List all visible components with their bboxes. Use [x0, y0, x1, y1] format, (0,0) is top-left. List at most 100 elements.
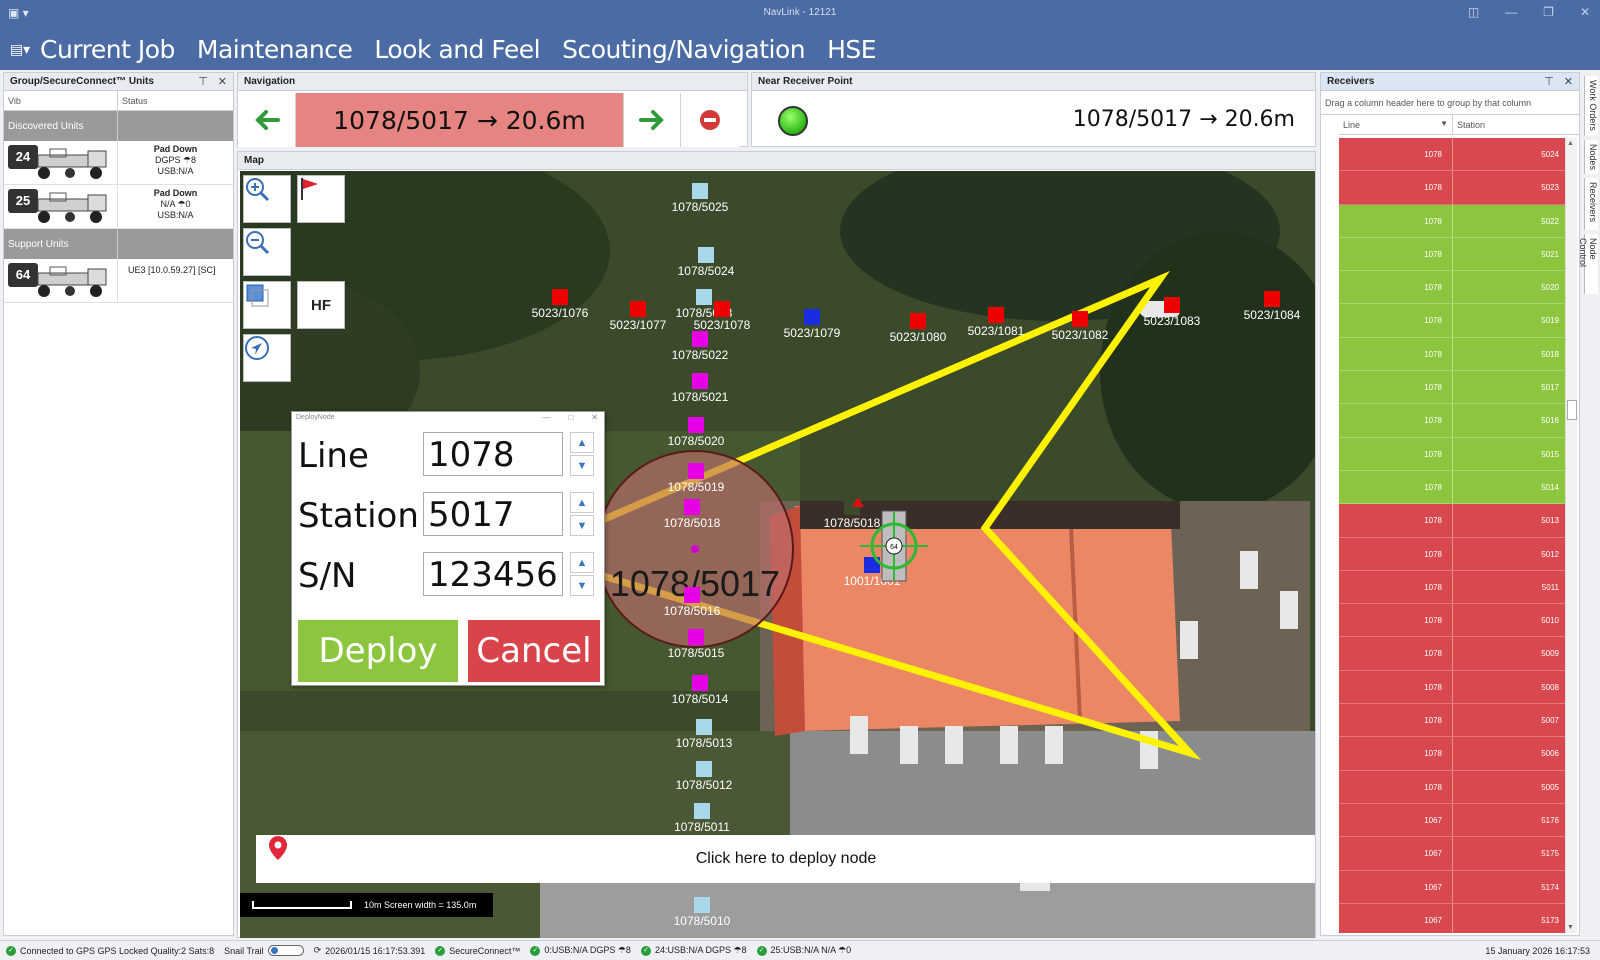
- table-row[interactable]: 1078 5005: [1339, 770, 1565, 804]
- table-row[interactable]: 1067 5174: [1339, 870, 1565, 904]
- receiver-marker[interactable]: [696, 719, 712, 735]
- receiver-marker[interactable]: [692, 373, 708, 389]
- tab-work-orders[interactable]: Work Orders: [1584, 76, 1598, 136]
- menu-current-job[interactable]: Current Job: [40, 35, 175, 64]
- zoom-in-button[interactable]: [243, 175, 291, 223]
- menu-maintenance[interactable]: Maintenance: [197, 35, 353, 64]
- group-by-hint[interactable]: Drag a column header here to group by th…: [1321, 91, 1579, 115]
- line-field[interactable]: 1078: [423, 432, 563, 476]
- receiver-marker[interactable]: [804, 309, 820, 325]
- snail-trail-toggle[interactable]: [267, 945, 304, 956]
- table-row[interactable]: 1078 5017: [1339, 371, 1565, 405]
- receiver-marker[interactable]: [988, 307, 1004, 323]
- receiver-marker[interactable]: [1072, 311, 1088, 327]
- group-discovered[interactable]: Discovered Units: [4, 111, 233, 141]
- station-field[interactable]: 5017: [423, 492, 563, 536]
- table-row[interactable]: 1078 5020: [1339, 271, 1565, 305]
- receivers-scrollbar[interactable]: ▲ ▼: [1565, 138, 1577, 933]
- table-row[interactable]: 1067 5175: [1339, 837, 1565, 871]
- previous-point-button[interactable]: [238, 93, 296, 147]
- scroll-up-icon[interactable]: ▲: [1567, 140, 1574, 147]
- scroll-down-icon[interactable]: ▼: [1567, 924, 1574, 931]
- table-row[interactable]: 1078 5019: [1339, 304, 1565, 338]
- table-row[interactable]: 1078 5013: [1339, 504, 1565, 538]
- station-up-button[interactable]: ▲: [570, 492, 594, 513]
- receiver-marker[interactable]: [630, 301, 646, 317]
- receiver-marker[interactable]: [1164, 297, 1180, 313]
- receiver-marker[interactable]: [688, 417, 704, 433]
- hf-button[interactable]: HF: [297, 281, 345, 329]
- col-line[interactable]: Line ▼: [1339, 115, 1453, 134]
- table-row[interactable]: 1078 5014: [1339, 470, 1565, 505]
- receiver-marker[interactable]: [692, 675, 708, 691]
- table-row[interactable]: 1078 5006: [1339, 737, 1565, 771]
- close-panel-icon[interactable]: ✕: [1564, 75, 1573, 88]
- sn-up-button[interactable]: ▲: [570, 552, 594, 573]
- menu-look-and-feel[interactable]: Look and Feel: [374, 35, 540, 64]
- cancel-button[interactable]: Cancel: [468, 620, 600, 682]
- receiver-marker[interactable]: [684, 587, 700, 603]
- receiver-marker[interactable]: [910, 313, 926, 329]
- next-point-button[interactable]: [623, 93, 681, 147]
- col-station[interactable]: Station: [1453, 115, 1565, 134]
- dialog-close-button[interactable]: ✕: [591, 413, 598, 422]
- flag-button[interactable]: [297, 175, 345, 223]
- unit-row[interactable]: 25 Pad Down N/A ☂0 USB:N/A: [4, 185, 233, 229]
- table-row[interactable]: 1078 5011: [1339, 570, 1565, 605]
- stop-navigation-button[interactable]: [681, 93, 739, 147]
- menu-scouting-navigation[interactable]: Scouting/Navigation: [562, 35, 805, 64]
- col-vib[interactable]: Vib: [4, 91, 118, 110]
- tab-nodes[interactable]: Nodes: [1584, 140, 1598, 174]
- receiver-marker[interactable]: [714, 301, 730, 317]
- unit-row[interactable]: 64 UE3 [10.0.59.27] [SC]: [4, 259, 233, 303]
- col-status[interactable]: Status: [118, 91, 152, 110]
- layout-icon[interactable]: ◫: [1468, 5, 1479, 19]
- table-row[interactable]: 1078 5016: [1339, 404, 1565, 438]
- receiver-marker[interactable]: [696, 289, 712, 305]
- table-row[interactable]: 1078 5022: [1339, 204, 1565, 238]
- group-support[interactable]: Support Units: [4, 229, 233, 259]
- sn-down-button[interactable]: ▼: [570, 575, 594, 596]
- minimize-button[interactable]: —: [1505, 5, 1517, 19]
- tab-receivers[interactable]: Receivers: [1584, 178, 1598, 230]
- receiver-marker[interactable]: [688, 463, 704, 479]
- table-row[interactable]: 1078 5021: [1339, 237, 1565, 272]
- line-up-button[interactable]: ▲: [570, 432, 594, 453]
- table-row[interactable]: 1078 5024: [1339, 138, 1565, 172]
- station-down-button[interactable]: ▼: [570, 515, 594, 536]
- table-row[interactable]: 1078 5008: [1339, 670, 1565, 705]
- receiver-marker[interactable]: [698, 247, 714, 263]
- dialog-minimize-button[interactable]: —: [542, 413, 550, 422]
- layers-button[interactable]: [243, 281, 291, 329]
- restore-button[interactable]: ❐: [1543, 5, 1554, 19]
- pin-icon[interactable]: ⊤: [1544, 75, 1554, 88]
- unit-row[interactable]: 24 Pad Down DGPS ☂8 USB:N/A: [4, 141, 233, 185]
- deploy-node-bar[interactable]: Click here to deploy node: [256, 835, 1315, 883]
- filter-dropdown-icon[interactable]: ▼: [1440, 119, 1448, 128]
- scroll-thumb[interactable]: [1567, 400, 1577, 420]
- tab-node-control[interactable]: Node Control: [1578, 234, 1598, 294]
- dialog-maximize-button[interactable]: □: [568, 413, 573, 422]
- pin-icon[interactable]: ⊤: [198, 75, 208, 88]
- close-panel-icon[interactable]: ✕: [218, 75, 227, 88]
- table-row[interactable]: 1078 5007: [1339, 704, 1565, 738]
- hamburger-menu-icon[interactable]: ▤▾: [0, 41, 40, 58]
- sn-field[interactable]: 123456: [423, 552, 563, 596]
- receiver-marker[interactable]: [692, 183, 708, 199]
- locate-button[interactable]: [243, 334, 291, 382]
- receiver-marker[interactable]: [1264, 291, 1280, 307]
- table-row[interactable]: 1067 5173: [1339, 903, 1565, 933]
- receiver-marker[interactable]: [688, 629, 704, 645]
- receiver-marker[interactable]: [692, 331, 708, 347]
- table-row[interactable]: 1067 5176: [1339, 803, 1565, 838]
- deploy-button[interactable]: Deploy: [298, 620, 458, 682]
- table-row[interactable]: 1078 5010: [1339, 604, 1565, 638]
- close-button[interactable]: ✕: [1580, 5, 1590, 19]
- table-row[interactable]: 1078 5018: [1339, 337, 1565, 372]
- receiver-marker[interactable]: [694, 803, 710, 819]
- receiver-marker[interactable]: [684, 499, 700, 515]
- receiver-marker[interactable]: [694, 897, 710, 913]
- table-row[interactable]: 1078 5009: [1339, 637, 1565, 671]
- table-row[interactable]: 1078 5015: [1339, 437, 1565, 471]
- zoom-out-button[interactable]: [243, 228, 291, 276]
